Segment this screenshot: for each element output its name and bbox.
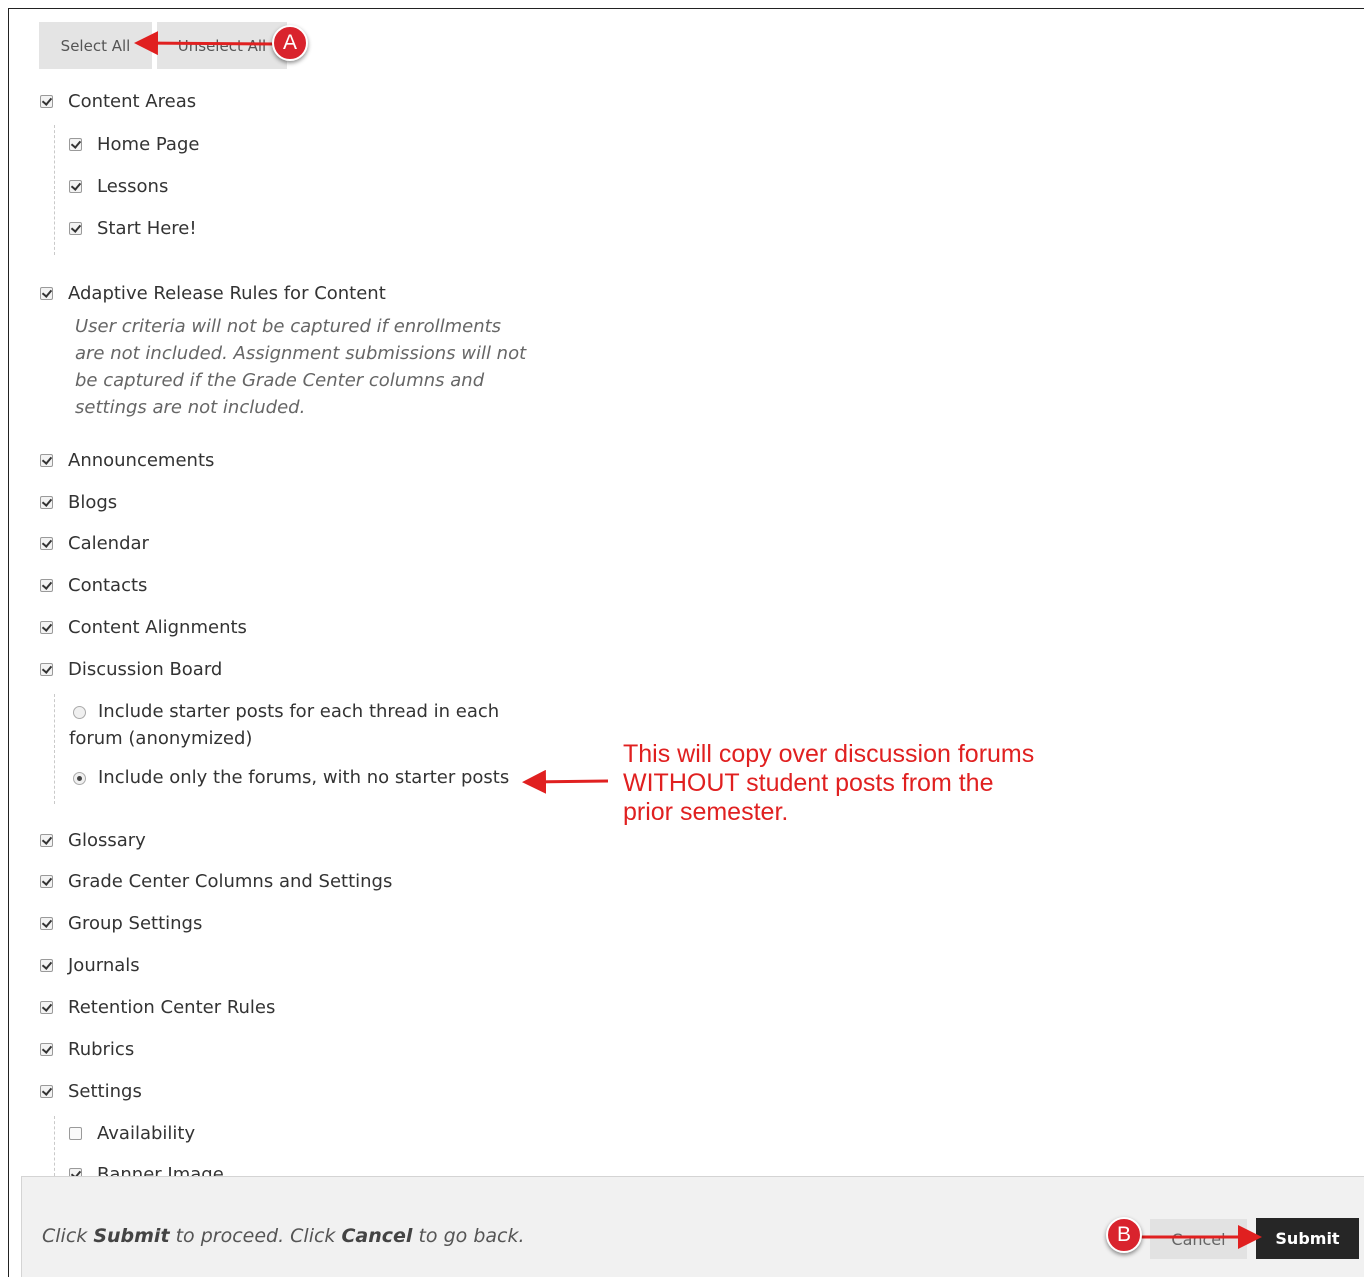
arrow-a xyxy=(134,31,279,56)
marker-b: B xyxy=(1106,1217,1142,1253)
annotation-arrows xyxy=(134,31,1262,1249)
marker-a: A xyxy=(272,25,308,61)
arrow-radio xyxy=(522,769,609,794)
